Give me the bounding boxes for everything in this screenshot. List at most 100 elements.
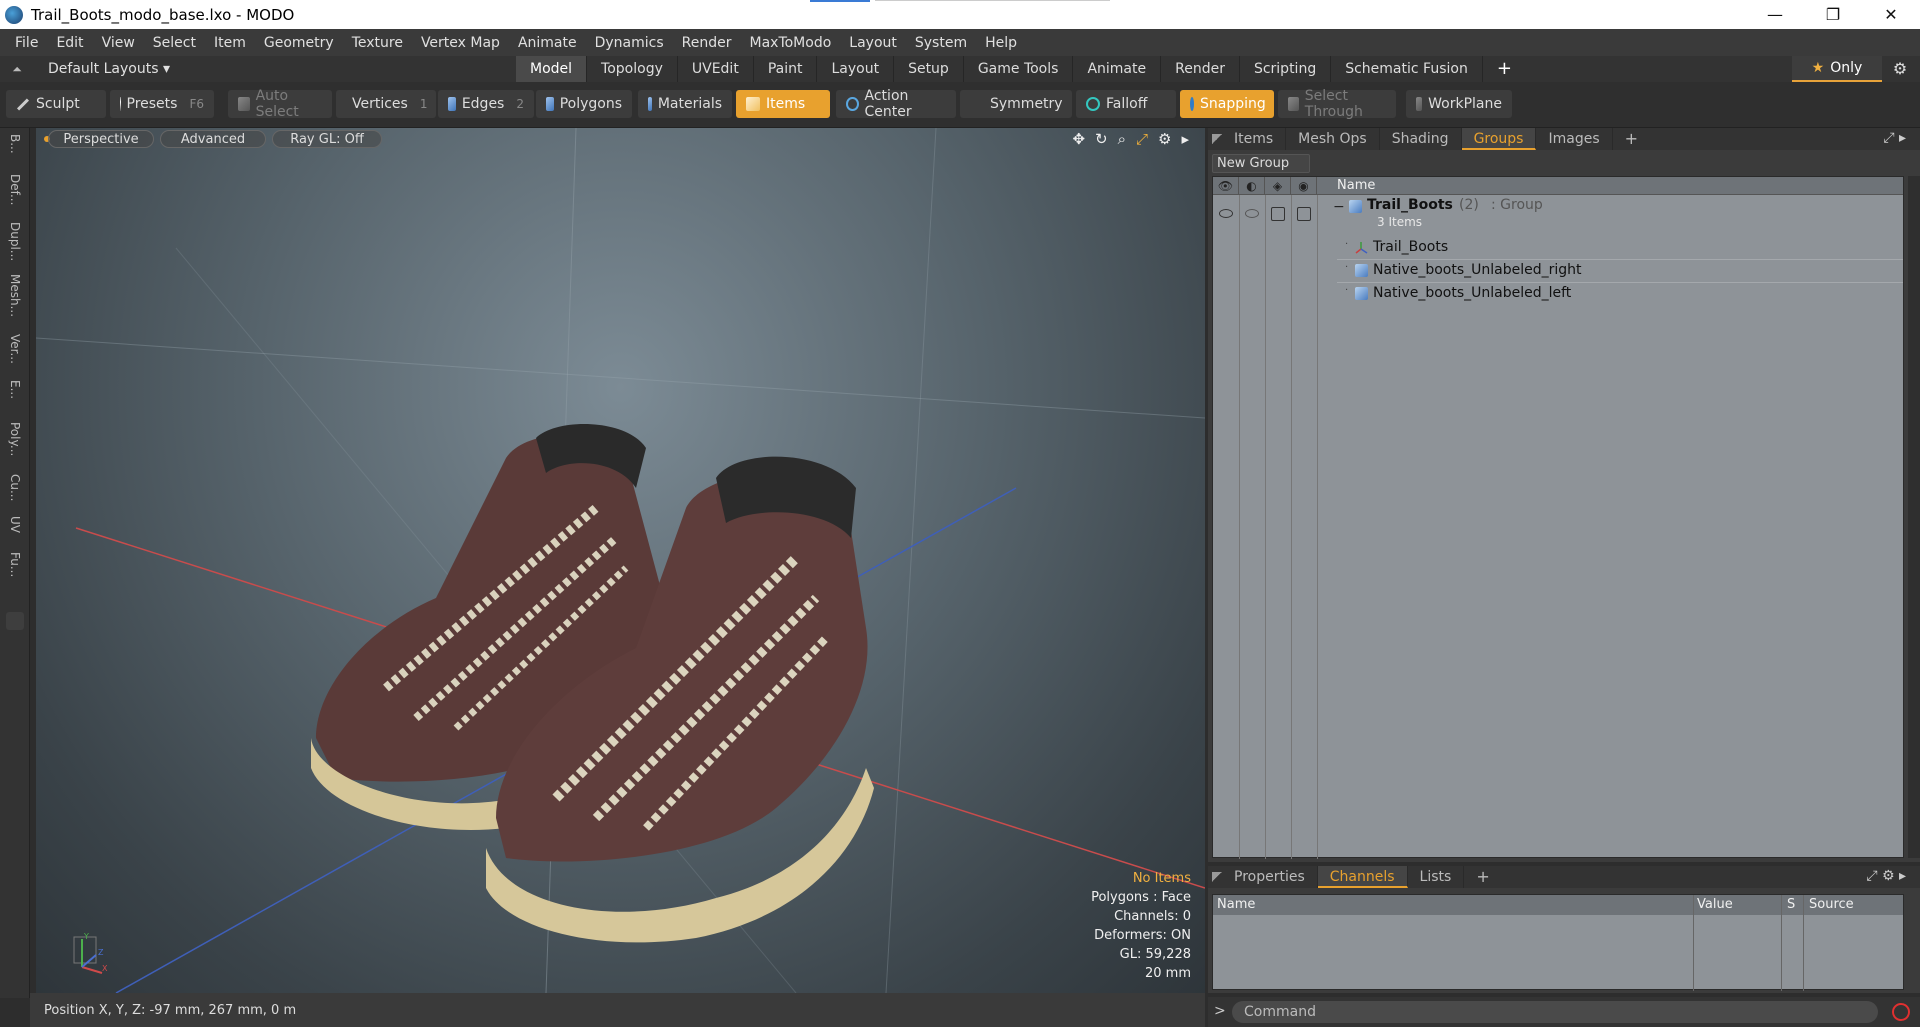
new-group-button[interactable]: New Group xyxy=(1212,154,1310,173)
menu-animate[interactable]: Animate xyxy=(509,35,586,51)
perspective-dropdown[interactable]: Perspective xyxy=(48,130,154,148)
falloff-button[interactable]: Falloff xyxy=(1076,90,1176,118)
tab-items[interactable]: Items xyxy=(1222,128,1287,150)
menu-dynamics[interactable]: Dynamics xyxy=(586,35,673,51)
lock-column-icon[interactable]: ◈ xyxy=(1265,177,1291,195)
tab-mesh-ops[interactable]: Mesh Ops xyxy=(1286,128,1380,150)
select-through-button[interactable]: Select Through xyxy=(1278,88,1396,120)
tab-uvedit[interactable]: UVEdit xyxy=(678,56,754,82)
auto-select-button[interactable]: Auto Select xyxy=(228,88,332,120)
tab-groups[interactable]: Groups xyxy=(1461,128,1537,150)
sidebar-tab-duplicate[interactable]: Dupl... xyxy=(4,222,26,266)
sidebar-tab-vertex[interactable]: Ver... xyxy=(4,334,26,374)
materials-button[interactable]: Materials xyxy=(638,90,732,118)
bottom-expand-icon[interactable]: ⤢ ⚙ ▸ xyxy=(1866,868,1906,884)
edges-button[interactable]: Edges 2 xyxy=(438,90,534,118)
command-input[interactable]: Command xyxy=(1232,1001,1878,1023)
select-checkbox[interactable] xyxy=(1297,207,1311,221)
sidebar-extra-button[interactable] xyxy=(6,612,24,630)
sidebar-tab-mesh[interactable]: Mesh... xyxy=(4,274,26,326)
sidebar-tab-uv[interactable]: UV xyxy=(4,516,26,544)
tab-render[interactable]: Render xyxy=(1161,56,1240,82)
gear-icon[interactable]: ⚙ xyxy=(1888,56,1912,82)
menu-vertex-map[interactable]: Vertex Map xyxy=(412,35,509,51)
tab-properties[interactable]: Properties xyxy=(1222,866,1318,888)
pan-icon[interactable]: ✥ xyxy=(1072,130,1085,148)
tab-schematic-fusion[interactable]: Schematic Fusion xyxy=(1331,56,1483,82)
list-item[interactable]: · Native_boots_Unlabeled_left xyxy=(1213,283,1903,305)
rotate-icon[interactable]: ↻ xyxy=(1095,130,1108,148)
sidebar-tab-deform[interactable]: Def... xyxy=(4,174,26,214)
sidebar-tab-edge[interactable]: E... xyxy=(4,380,26,414)
tab-images[interactable]: Images xyxy=(1536,128,1613,150)
list-item[interactable]: · Trail_Boots xyxy=(1213,237,1903,259)
tab-animate[interactable]: Animate xyxy=(1073,56,1162,82)
viewport-gear-icon[interactable]: ⚙ xyxy=(1158,130,1171,148)
vertices-button[interactable]: Vertices 1 xyxy=(336,90,436,118)
fit-icon[interactable]: ⤢ xyxy=(1136,130,1148,148)
menu-system[interactable]: System xyxy=(906,35,976,51)
advanced-dropdown[interactable]: Advanced xyxy=(160,130,266,148)
workplane-button[interactable]: WorkPlane xyxy=(1406,90,1512,118)
group-row[interactable]: − Trail_Boots (2) : Group 3 Items xyxy=(1213,197,1903,233)
collapse-group-icon[interactable]: − xyxy=(1333,199,1345,215)
add-panel-tab-button[interactable]: + xyxy=(1613,128,1650,150)
symmetry-button[interactable]: Symmetry xyxy=(960,90,1072,118)
eye-icon[interactable] xyxy=(1219,209,1233,218)
sidebar-tab-basic[interactable]: B... xyxy=(4,134,26,168)
menu-select[interactable]: Select xyxy=(144,35,205,51)
close-button[interactable]: ✕ xyxy=(1862,0,1920,29)
tab-game-tools[interactable]: Game Tools xyxy=(964,56,1074,82)
restore-button[interactable]: ❐ xyxy=(1804,0,1862,29)
raygl-toggle[interactable]: Ray GL: Off xyxy=(272,130,382,148)
expand-icon[interactable]: ⤢ ▸ xyxy=(1883,130,1906,146)
polygons-button[interactable]: Polygons xyxy=(536,90,632,118)
presets-button[interactable]: Presets F6 xyxy=(110,90,214,118)
render-toggle-icon[interactable] xyxy=(1245,209,1259,218)
menu-maxtomodo[interactable]: MaxToModo xyxy=(741,35,841,51)
collapse-up-icon[interactable]: ⏶ xyxy=(0,62,34,77)
minimize-button[interactable]: — xyxy=(1746,0,1804,29)
menu-layout[interactable]: Layout xyxy=(840,35,906,51)
menu-view[interactable]: View xyxy=(93,35,144,51)
sidebar-tab-polygon[interactable]: Poly... xyxy=(4,422,26,468)
3d-viewport[interactable]: Perspective Advanced Ray GL: Off ✥ ↻ ⌕ ⤢… xyxy=(36,128,1205,993)
sidebar-tab-curve[interactable]: Cu... xyxy=(4,474,26,510)
lock-checkbox[interactable] xyxy=(1271,207,1285,221)
render-column-icon[interactable]: ◐ xyxy=(1239,177,1265,195)
default-layouts-dropdown[interactable]: Default Layouts ▾ xyxy=(48,61,170,77)
sculpt-button[interactable]: Sculpt xyxy=(6,90,106,118)
tab-paint[interactable]: Paint xyxy=(754,56,818,82)
add-tab-button[interactable]: + xyxy=(1483,56,1526,82)
visibility-column-icon[interactable]: 👁 xyxy=(1213,177,1239,195)
tab-scripting[interactable]: Scripting xyxy=(1240,56,1332,82)
menu-texture[interactable]: Texture xyxy=(343,35,412,51)
sidebar-tab-fusion[interactable]: Fu... xyxy=(4,552,26,590)
menu-item[interactable]: Item xyxy=(205,35,255,51)
tab-model[interactable]: Model xyxy=(516,56,588,82)
menu-edit[interactable]: Edit xyxy=(47,35,92,51)
bottom-panel-grip-icon[interactable] xyxy=(1212,872,1222,882)
tab-setup[interactable]: Setup xyxy=(894,56,964,82)
tab-channels[interactable]: Channels xyxy=(1317,866,1408,888)
zoom-icon[interactable]: ⌕ xyxy=(1118,130,1126,148)
items-button[interactable]: Items xyxy=(736,90,830,118)
action-center-button[interactable]: Action Center xyxy=(836,88,956,120)
groups-scrollbar[interactable] xyxy=(1908,176,1920,858)
menu-render[interactable]: Render xyxy=(673,35,741,51)
record-icon[interactable] xyxy=(1892,1003,1910,1021)
panel-grip-icon[interactable] xyxy=(1212,134,1222,144)
tab-layout[interactable]: Layout xyxy=(817,56,895,82)
tab-shading[interactable]: Shading xyxy=(1380,128,1462,150)
add-bottom-tab-button[interactable]: + xyxy=(1464,866,1501,888)
tab-lists[interactable]: Lists xyxy=(1408,866,1465,888)
only-toggle[interactable]: ★ Only xyxy=(1792,56,1882,82)
menu-help[interactable]: Help xyxy=(976,35,1026,51)
viewport-arrow-icon[interactable]: ▸ xyxy=(1181,130,1189,148)
tab-topology[interactable]: Topology xyxy=(587,56,678,82)
snapping-button[interactable]: Snapping xyxy=(1180,90,1274,118)
select-column-icon[interactable]: ◉ xyxy=(1291,177,1317,195)
list-item[interactable]: · Native_boots_Unlabeled_right xyxy=(1213,260,1903,282)
menu-geometry[interactable]: Geometry xyxy=(255,35,343,51)
menu-file[interactable]: File xyxy=(6,35,47,51)
